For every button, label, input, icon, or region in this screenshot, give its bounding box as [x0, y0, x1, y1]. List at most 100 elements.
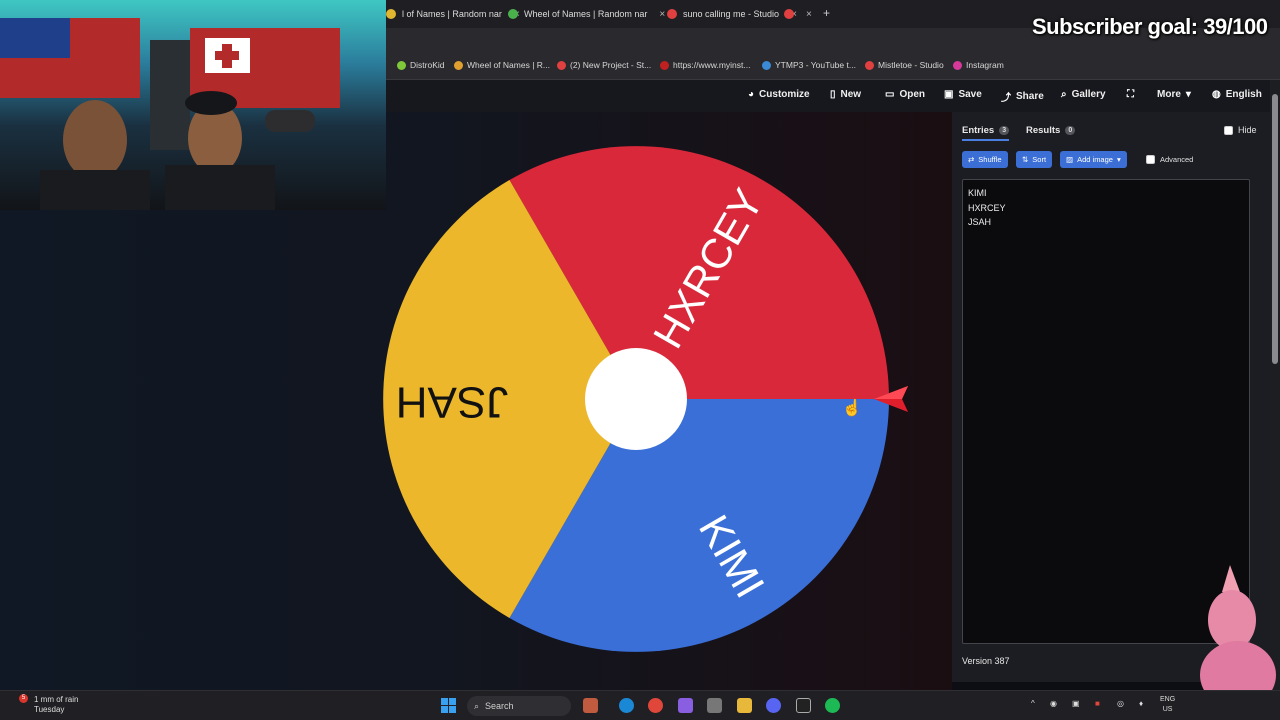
- mouse-cursor-icon: ☝: [842, 400, 862, 417]
- globe-icon: ◍: [1212, 89, 1221, 100]
- language-indicator[interactable]: ENG US: [1160, 695, 1175, 715]
- browser-tab[interactable]: Wheel of Names | Random nar ×: [508, 4, 665, 24]
- results-count-badge: 0: [1065, 126, 1076, 135]
- lang-line1: ENG: [1160, 696, 1176, 703]
- wheel-center-button[interactable]: [585, 348, 687, 450]
- search-icon: ⌕: [474, 700, 480, 711]
- tray-app-icon[interactable]: ♦: [1139, 699, 1143, 708]
- tab-favicon-icon: [784, 9, 794, 19]
- browser-tab[interactable]: suno calling me - Studio ×: [667, 4, 797, 24]
- save-icon: ▣: [944, 89, 954, 100]
- open-label: Open: [899, 89, 926, 100]
- language-button[interactable]: ◍ English: [1212, 89, 1262, 100]
- share-label: Share: [1016, 91, 1044, 102]
- tab-favicon-icon: [508, 9, 518, 19]
- taskbar-app-icon[interactable]: [583, 698, 598, 713]
- tab-close-icon[interactable]: ×: [806, 9, 812, 20]
- wheel-label-jsah: JSAH: [396, 377, 508, 426]
- wheel[interactable]: HXRCEY KIMI JSAH: [383, 146, 889, 652]
- bookmark-favicon-icon: [557, 60, 566, 70]
- advanced-checkbox[interactable]: [1146, 155, 1155, 164]
- bookmark-item[interactable]: DistroKid: [397, 60, 444, 70]
- tray-app-icon[interactable]: ◎: [1117, 699, 1124, 708]
- tab-results-label: Results: [1026, 125, 1061, 136]
- screen: l of Names | Random nar × Wheel of Names…: [0, 0, 1280, 720]
- tab-entries[interactable]: Entries 3: [962, 125, 1010, 141]
- sort-icon: ⇅: [1022, 155, 1029, 164]
- shuffle-button[interactable]: ⇄ Shuffle: [962, 151, 1008, 168]
- tab-results[interactable]: Results 0: [1026, 125, 1076, 136]
- chrome-icon[interactable]: [648, 698, 663, 713]
- new-tab-button[interactable]: +: [823, 6, 830, 20]
- edge-icon[interactable]: [619, 698, 634, 713]
- tray-app-icon[interactable]: ◉: [1050, 699, 1057, 708]
- tab-title: Wheel of Names | Random nar: [524, 9, 648, 19]
- share-button[interactable]: ⤴ Share: [1001, 89, 1044, 104]
- weather-line2: Tuesday: [34, 705, 65, 714]
- bookmark-label: (2) New Project - St...: [570, 60, 652, 70]
- file-explorer-icon[interactable]: [737, 698, 752, 713]
- webcam-image: [0, 18, 340, 210]
- bookmark-item[interactable]: https://www.myinst...: [660, 60, 750, 70]
- fullscreen-button[interactable]: ⛶: [1127, 89, 1134, 100]
- os-taskbar: 5 1 mm of rain Tuesday ⌕ Search ^ ◉ ▣ ■ …: [0, 690, 1280, 720]
- taskbar-search[interactable]: ⌕ Search: [467, 696, 571, 716]
- share-icon: ⤴: [1001, 93, 1011, 104]
- copilot-icon[interactable]: [678, 698, 693, 713]
- scrollbar-thumb[interactable]: [1272, 94, 1278, 364]
- tray-app-icon[interactable]: ■: [1095, 699, 1100, 708]
- new-button[interactable]: ▯ New: [830, 89, 861, 100]
- bookmark-label: DistroKid: [410, 60, 445, 70]
- taskbar-app-icon[interactable]: [796, 698, 811, 713]
- taskbar-search-label: Search: [485, 701, 514, 711]
- bookmark-item[interactable]: (2) New Project - St...: [557, 60, 651, 70]
- gallery-label: Gallery: [1071, 89, 1106, 100]
- hide-toggle[interactable]: Hide: [1224, 125, 1257, 135]
- tab-close-icon[interactable]: ×: [659, 9, 665, 20]
- settings-icon[interactable]: [707, 698, 722, 713]
- bookmark-item[interactable]: Wheel of Names | R...: [454, 60, 550, 70]
- bookmark-label: Mistletoe - Studio: [878, 60, 944, 70]
- add-image-button[interactable]: ▨ Add image ▾: [1060, 151, 1127, 168]
- weather-widget[interactable]: 5 1 mm of rain Tuesday: [19, 694, 78, 715]
- bookmark-favicon-icon: [865, 60, 874, 70]
- shuffle-label: Shuffle: [978, 155, 1002, 164]
- tray-app-icon[interactable]: ▣: [1072, 699, 1080, 708]
- bookmark-item[interactable]: Mistletoe - Studio: [865, 60, 944, 70]
- file-icon: ▯: [830, 89, 836, 100]
- lang-line2: US: [1162, 706, 1173, 713]
- chevron-up-icon[interactable]: ^: [1031, 699, 1035, 708]
- browser-tab[interactable]: l of Names | Random nar ×: [386, 4, 520, 24]
- hide-checkbox[interactable]: [1224, 125, 1233, 135]
- customize-button[interactable]: ◕ Customize: [748, 89, 810, 100]
- entries-count-badge: 3: [999, 126, 1010, 135]
- spotify-icon[interactable]: [825, 698, 840, 713]
- more-button[interactable]: More ▾: [1157, 89, 1191, 100]
- bookmark-favicon-icon: [397, 60, 406, 70]
- entry-line: HXRCEY: [968, 202, 1006, 213]
- save-label: Save: [958, 89, 982, 100]
- advanced-toggle[interactable]: Advanced: [1146, 155, 1193, 164]
- fullscreen-icon: ⛶: [1127, 89, 1134, 100]
- search-icon: ⌕: [1061, 89, 1067, 100]
- chevron-down-icon: ▾: [1116, 155, 1121, 164]
- tab-favicon-icon: [386, 9, 396, 19]
- save-button[interactable]: ▣ Save: [944, 89, 982, 100]
- discord-icon[interactable]: [766, 698, 781, 713]
- browser-tab[interactable]: ×: [784, 4, 812, 24]
- sort-label: Sort: [1032, 155, 1047, 164]
- bookmark-favicon-icon: [660, 60, 669, 70]
- gallery-button[interactable]: ⌕ Gallery: [1061, 89, 1106, 100]
- windows-start-icon[interactable]: [441, 698, 456, 713]
- tab-entries-label: Entries: [962, 125, 995, 136]
- wheel-graphic[interactable]: HXRCEY KIMI JSAH: [383, 146, 889, 652]
- chevron-down-icon: ▾: [1185, 89, 1191, 100]
- subscriber-goal-overlay: Subscriber goal: 39/100: [1032, 14, 1268, 39]
- open-button[interactable]: ▭ Open: [885, 89, 925, 100]
- entry-line: JSAH: [968, 217, 992, 227]
- bookmark-item[interactable]: YTMP3 - YouTube t...: [762, 60, 856, 70]
- sort-button[interactable]: ⇅ Sort: [1016, 151, 1053, 168]
- bookmark-label: Instagram: [966, 60, 1004, 70]
- bookmark-item[interactable]: Instagram: [953, 60, 1004, 70]
- weather-badge: 5: [19, 694, 28, 703]
